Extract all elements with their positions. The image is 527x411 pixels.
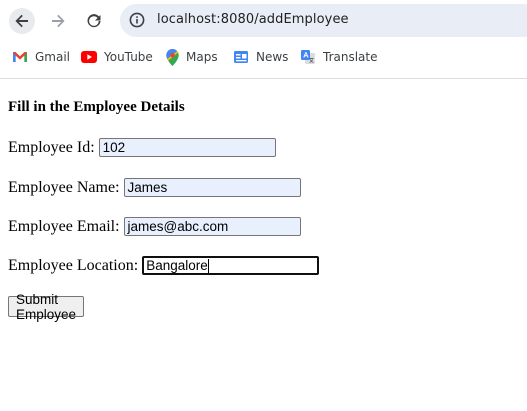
news-icon — [234, 51, 248, 63]
employee-email-row: Employee Email: james@abc.com — [8, 217, 301, 236]
youtube-icon — [81, 51, 97, 63]
employee-id-label: Employee Id: — [8, 138, 95, 156]
employee-name-input[interactable]: James — [123, 178, 301, 197]
employee-location-row: Employee Location: Bangalore — [8, 256, 320, 275]
employee-location-label: Employee Location: — [8, 256, 139, 274]
gmail-icon — [13, 52, 27, 62]
bookmark-gmail[interactable]: Gmail — [12, 46, 70, 68]
employee-name-label: Employee Name: — [8, 178, 120, 196]
maps-icon — [166, 48, 179, 66]
site-info-icon[interactable] — [129, 12, 145, 28]
reload-icon — [87, 14, 101, 28]
translate-icon — [301, 50, 315, 64]
browser-toolbar: localhost:8080/addEmployee Gmail YouTube — [0, 0, 527, 79]
bookmark-label: YouTube — [104, 50, 153, 64]
employee-location-value: Bangalore — [146, 258, 208, 273]
bookmark-label: Maps — [186, 50, 218, 64]
employee-id-input[interactable]: 102 — [98, 138, 276, 157]
bookmark-maps[interactable]: Maps — [166, 46, 218, 68]
employee-email-value: james@abc.com — [127, 219, 229, 234]
text-caret — [207, 258, 209, 273]
employee-name-row: Employee Name: James — [8, 178, 301, 197]
employee-email-label: Employee Email: — [8, 217, 120, 235]
bookmark-label: Translate — [323, 50, 378, 64]
reload-button[interactable] — [81, 8, 107, 34]
bookmark-translate[interactable]: Translate — [300, 46, 378, 68]
submit-employee-button[interactable]: Submit Employee — [8, 292, 85, 322]
forward-button[interactable] — [45, 8, 71, 34]
address-bar[interactable]: localhost:8080/addEmployee — [120, 4, 527, 37]
bookmark-label: Gmail — [35, 50, 71, 64]
back-button[interactable] — [9, 8, 35, 34]
employee-id-row: Employee Id: 102 — [8, 138, 276, 157]
bookmarks-bar: Gmail YouTube Maps News Translate — [0, 46, 527, 68]
employee-location-input[interactable]: Bangalore — [142, 256, 320, 275]
form-heading: Fill in the Employee Details — [8, 99, 185, 115]
arrow-right-icon — [52, 14, 65, 28]
employee-email-input[interactable]: james@abc.com — [123, 217, 301, 236]
employee-name-value: James — [127, 180, 168, 195]
employee-id-value: 102 — [102, 140, 126, 155]
bookmark-youtube[interactable]: YouTube — [81, 46, 153, 68]
arrow-left-icon — [15, 14, 28, 28]
url-text[interactable]: localhost:8080/addEmployee — [157, 12, 349, 27]
bookmark-news[interactable]: News — [233, 46, 288, 68]
bookmark-label: News — [256, 50, 289, 64]
